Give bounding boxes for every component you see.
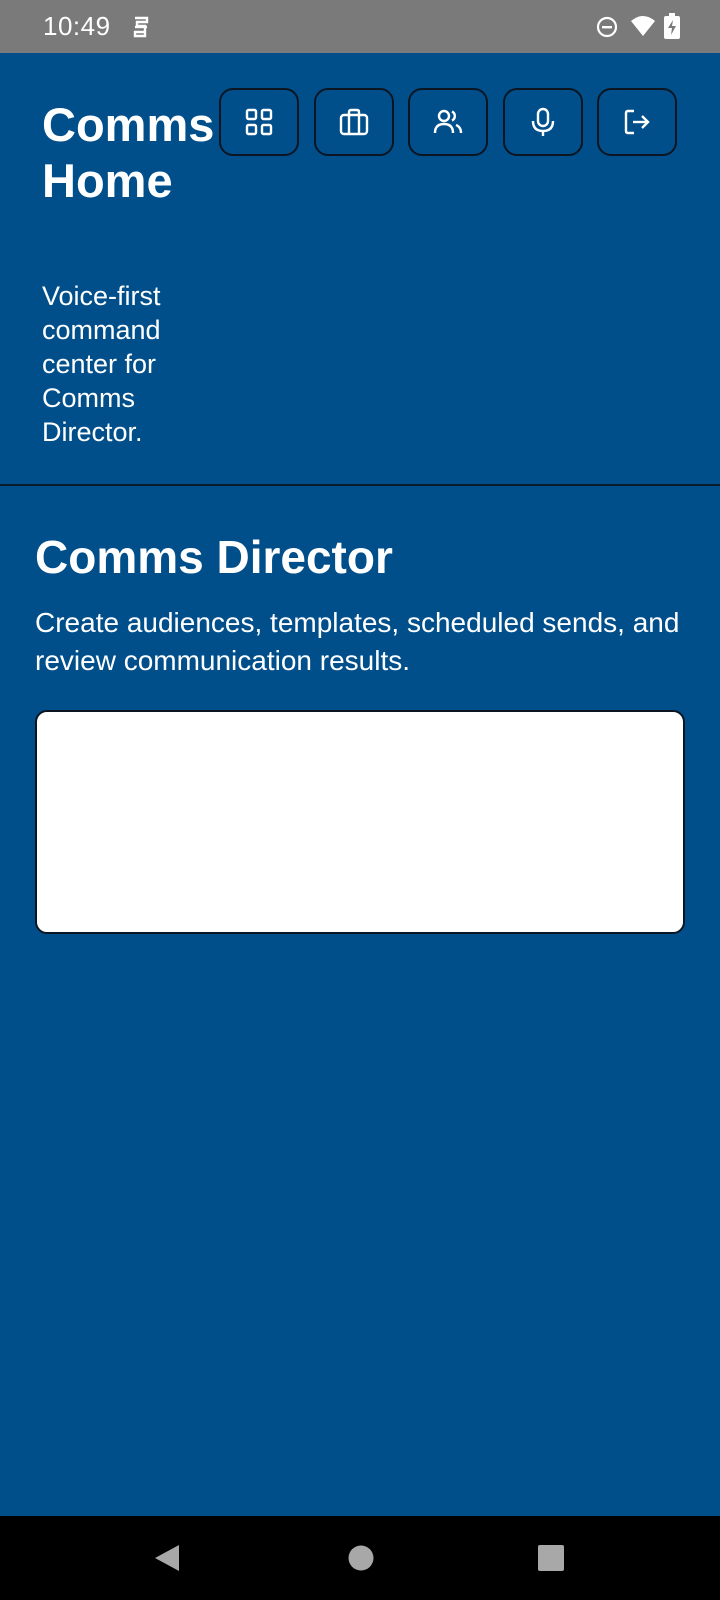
logout-button[interactable] <box>597 88 677 156</box>
users-icon <box>433 109 463 134</box>
briefcase-button[interactable] <box>314 88 394 156</box>
command-input[interactable] <box>35 710 685 934</box>
back-icon[interactable] <box>153 1543 181 1573</box>
app-header: Comms Home Voice-first command center fo… <box>0 53 720 486</box>
microphone-icon <box>531 107 555 136</box>
s-icon <box>133 16 149 38</box>
logout-icon <box>624 109 650 135</box>
do-not-disturb-icon <box>596 16 618 38</box>
dashboard-grid-icon <box>245 108 273 136</box>
navigation-bar <box>0 1516 720 1600</box>
briefcase-icon <box>339 108 369 136</box>
app-subtitle: Voice-first command center for Comms Dir… <box>42 281 161 447</box>
microphone-button[interactable] <box>503 88 583 156</box>
app-title: Comms Home <box>42 98 215 207</box>
section-title: Comms Director <box>35 531 393 583</box>
battery-charging-icon <box>664 13 680 39</box>
status-time: 10:49 <box>43 11 111 41</box>
dashboard-button[interactable] <box>219 88 299 156</box>
users-button[interactable] <box>408 88 488 156</box>
status-bar: 10:49 <box>0 0 720 53</box>
recents-icon[interactable] <box>538 1545 564 1571</box>
home-icon[interactable] <box>348 1545 374 1571</box>
section-description: Create audiences, templates, scheduled s… <box>35 607 680 676</box>
wifi-icon <box>631 16 655 36</box>
